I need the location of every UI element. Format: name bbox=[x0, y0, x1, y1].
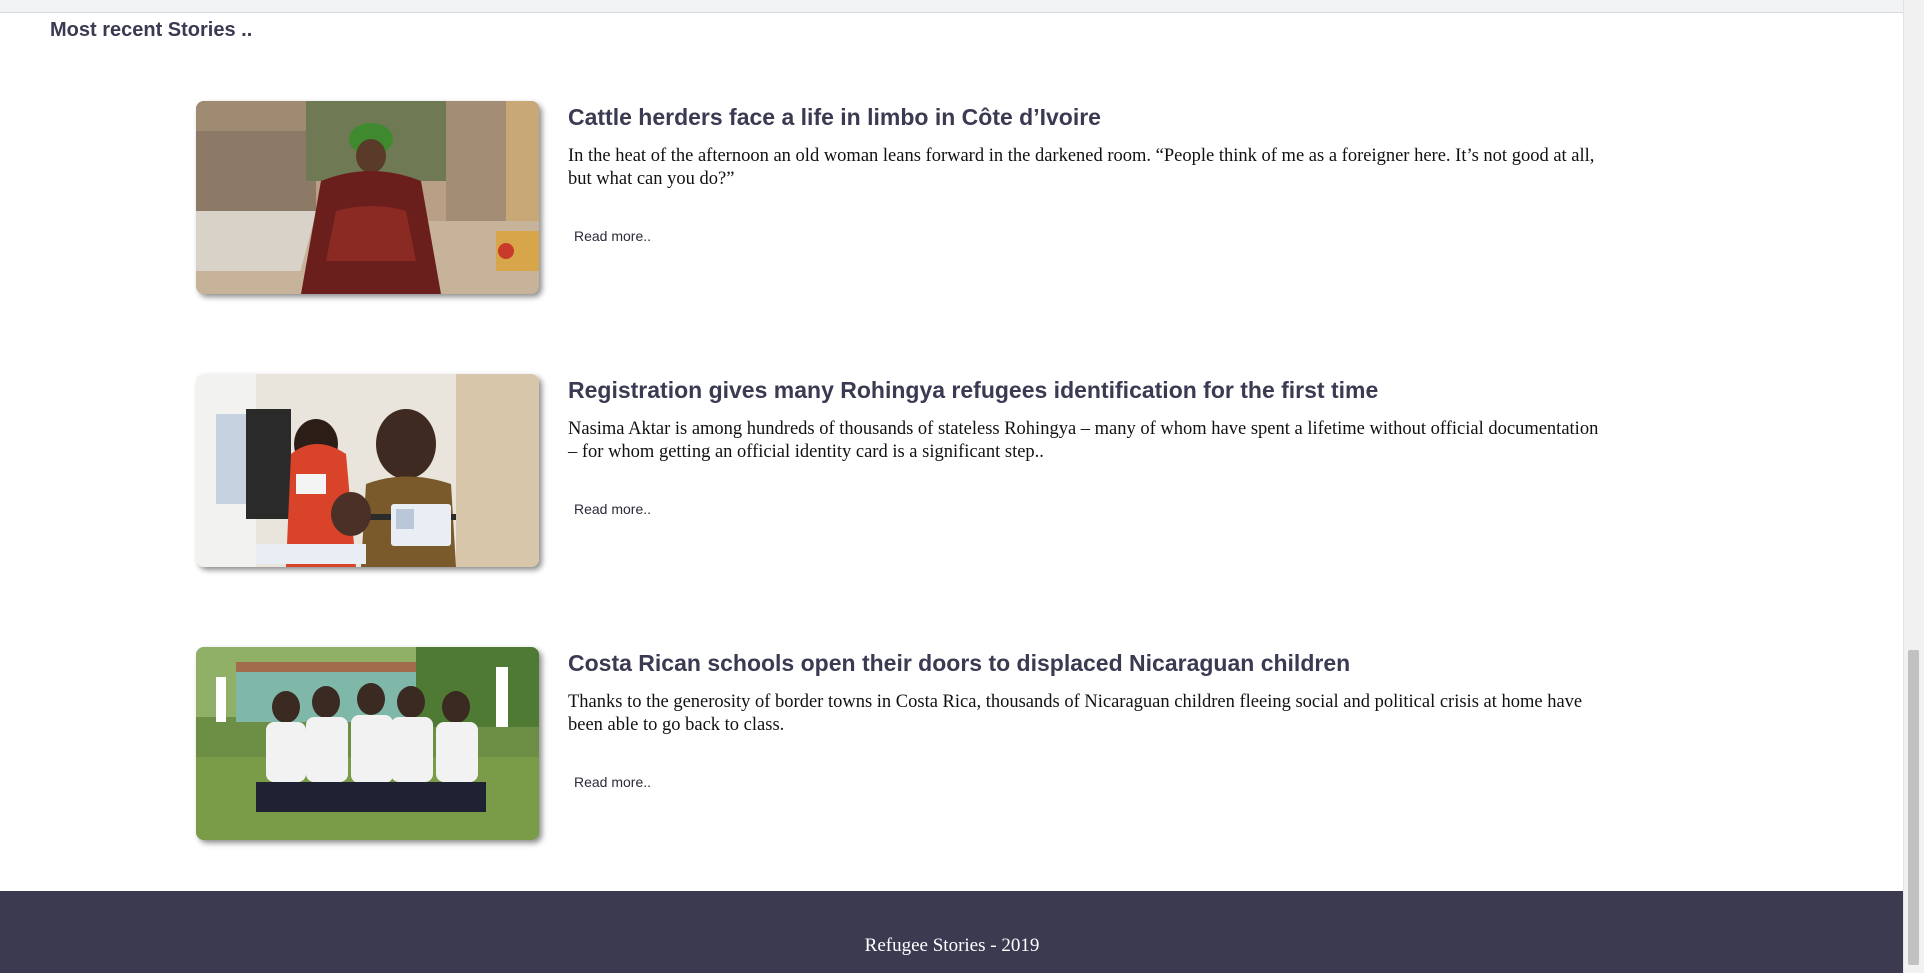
story-title[interactable]: Cattle herders face a life in limbo in C… bbox=[568, 104, 1101, 131]
browser-address-bar bbox=[0, 0, 1904, 13]
read-more-link[interactable]: Read more.. bbox=[574, 228, 651, 244]
read-more-link[interactable]: Read more.. bbox=[574, 774, 651, 790]
read-more-link[interactable]: Read more.. bbox=[574, 501, 651, 517]
story-card: Costa Rican schools open their doors to … bbox=[196, 647, 1596, 843]
story-image[interactable] bbox=[196, 101, 539, 294]
vertical-scrollbar[interactable] bbox=[1903, 0, 1924, 973]
story-card: Cattle herders face a life in limbo in C… bbox=[196, 101, 1596, 297]
footer-text: Refugee Stories - 2019 bbox=[864, 935, 1040, 956]
scrollbar-thumb[interactable] bbox=[1908, 650, 1919, 965]
story-title[interactable]: Registration gives many Rohingya refugee… bbox=[568, 377, 1378, 404]
story-excerpt: Thanks to the generosity of border towns… bbox=[568, 692, 1583, 735]
story-excerpt: Nasima Aktar is among hundreds of thousa… bbox=[568, 419, 1599, 462]
story-image[interactable] bbox=[196, 647, 539, 840]
story-card: Registration gives many Rohingya refugee… bbox=[196, 374, 1598, 570]
page-content: Most recent Stories .. Cattle herders fa… bbox=[0, 13, 1904, 973]
story-image[interactable] bbox=[196, 374, 539, 567]
footer: Refugee Stories - 2019 bbox=[0, 891, 1904, 973]
section-title: Most recent Stories .. bbox=[50, 19, 253, 41]
story-title[interactable]: Costa Rican schools open their doors to … bbox=[568, 650, 1350, 677]
story-excerpt: In the heat of the afternoon an old woma… bbox=[568, 146, 1595, 189]
